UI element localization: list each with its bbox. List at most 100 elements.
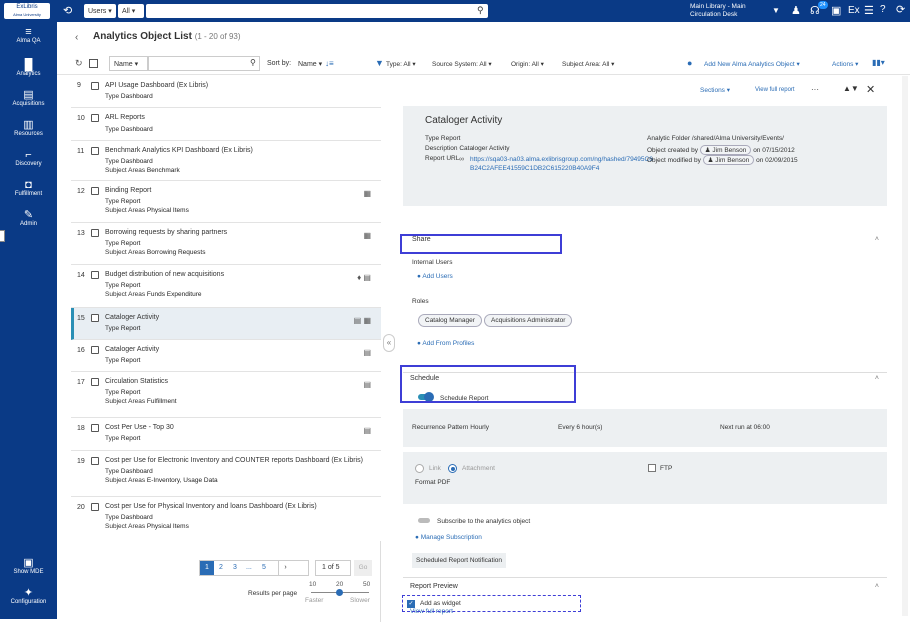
close-icon[interactable]: ✕ <box>866 83 875 96</box>
list-item[interactable]: 14 Budget distribution of new acquisitio… <box>71 265 381 308</box>
list-item[interactable]: 10 ARL Reports Type Dashboard <box>71 108 381 141</box>
report-icon[interactable]: ▤ <box>363 426 371 435</box>
row-checkbox[interactable] <box>91 503 99 511</box>
row-checkbox[interactable] <box>91 424 99 432</box>
search-icon[interactable]: ⚲ <box>477 5 484 16</box>
nav-resources[interactable]: ▥ Resources <box>0 119 57 137</box>
collapse-panel-button[interactable]: « <box>383 334 395 352</box>
report-url-link[interactable]: https://sqa03-na03.alma.exlibrisgroup.co… <box>470 155 655 173</box>
sections-dropdown[interactable]: Sections ▾ <box>700 86 730 94</box>
origin-filter[interactable]: Origin: All ▾ <box>511 60 544 68</box>
recent-pages-icon[interactable]: ⟲ <box>63 4 72 17</box>
add-from-profiles-button[interactable]: ● Add From Profiles <box>417 340 474 347</box>
subscribe-toggle[interactable] <box>418 518 430 523</box>
refresh-icon[interactable]: ↻ <box>75 58 83 69</box>
sort-dropdown[interactable]: Name ▾ <box>298 60 322 68</box>
page-jump-input[interactable]: 1 of 5 <box>315 560 351 576</box>
collapse-icon[interactable]: ˄ <box>875 375 879 382</box>
row-checkbox[interactable] <box>91 378 99 386</box>
list-item[interactable]: 16 Cataloger Activity Type Report ▤ <box>71 340 381 372</box>
user-icon[interactable]: ♟ <box>791 4 801 17</box>
back-icon[interactable]: ‹ <box>75 32 78 43</box>
next-page-button[interactable]: › <box>278 561 292 575</box>
type-filter[interactable]: Type: All ▾ <box>386 60 416 68</box>
page-2[interactable]: 2 <box>219 564 223 571</box>
list-item[interactable]: 12 Binding Report Type Report Subject Ar… <box>71 181 381 223</box>
list-item[interactable]: 20 Cost per Use for Physical Inventory a… <box>71 497 381 541</box>
list-item[interactable]: 11 Benchmark Analytics KPI Dashboard (Ex… <box>71 141 381 181</box>
view-toggle-icon[interactable]: ▮▮▾ <box>872 58 885 67</box>
sort-direction-icon[interactable]: ↓≡ <box>325 59 334 68</box>
prev-next-icon[interactable]: ▲▼ <box>843 84 859 93</box>
global-search-input[interactable] <box>146 4 488 18</box>
select-all-checkbox[interactable] <box>89 59 98 68</box>
attachment-radio[interactable] <box>448 464 457 473</box>
row-checkbox[interactable] <box>91 346 99 354</box>
row-checkbox[interactable] <box>91 314 99 322</box>
list-item[interactable]: 9 API Usage Dashboard (Ex Libris) Type D… <box>71 76 381 108</box>
source-filter[interactable]: Source System: All ▾ <box>432 60 492 68</box>
subject-filter[interactable]: Subject Area: All ▾ <box>562 60 614 68</box>
view-full-report-link[interactable]: View full report <box>755 87 795 93</box>
report-icon[interactable]: ▤ ▦ <box>354 316 371 325</box>
search-scope-dropdown[interactable]: Users ▾ <box>84 4 116 18</box>
modified-by-chip[interactable]: ♟ Jim Benson <box>702 155 755 165</box>
more-icon[interactable]: ··· <box>811 85 819 94</box>
add-new-analytics-object-button[interactable]: Add New Alma Analytics Object ▾ <box>704 60 800 68</box>
report-icon[interactable]: ▤ <box>363 348 371 357</box>
search-filter-dropdown[interactable]: All ▾ <box>118 4 144 18</box>
role-chip[interactable]: Catalog Manager <box>418 314 482 327</box>
row-checkbox[interactable] <box>91 229 99 237</box>
report-icon[interactable]: ▤ <box>363 380 371 389</box>
add-icon[interactable]: ● <box>687 58 692 68</box>
role-chip[interactable]: Acquisitions Administrator <box>484 314 573 327</box>
link-radio[interactable] <box>415 464 424 473</box>
nav-discovery[interactable]: ⌐ Discovery <box>0 149 57 167</box>
row-checkbox[interactable] <box>91 457 99 465</box>
ftp-checkbox[interactable] <box>648 464 656 472</box>
nav-alma-qa[interactable]: ≡ Alma QA <box>0 26 57 44</box>
report-preview-header[interactable]: Report Preview ˄ <box>403 577 887 591</box>
row-checkbox[interactable] <box>91 114 99 122</box>
collapse-icon[interactable]: ˄ <box>875 583 879 590</box>
page-5[interactable]: 5 <box>262 564 266 571</box>
row-checkbox[interactable] <box>91 147 99 155</box>
scrollbar[interactable] <box>902 76 908 616</box>
institution-logo[interactable]: ExLibris Alma University <box>4 3 50 19</box>
nav-configuration[interactable]: ✦ Configuration <box>0 587 57 605</box>
chevron-down-icon[interactable]: ▼ <box>772 6 780 15</box>
add-users-button[interactable]: ● Add Users <box>417 273 453 280</box>
help-icon[interactable]: ? <box>880 4 886 15</box>
row-checkbox[interactable] <box>91 187 99 195</box>
row-checkbox[interactable] <box>91 82 99 90</box>
list-item[interactable]: 17 Circulation Statistics Type Report Su… <box>71 372 381 418</box>
location-selector[interactable]: Main Library - Main Circulation Desk <box>690 3 746 19</box>
page-1[interactable]: 1 <box>200 561 214 575</box>
scheduled-report-notification-button[interactable]: Scheduled Report Notification <box>412 553 506 568</box>
dashboard-icon[interactable]: ▦ <box>363 189 371 198</box>
list-item-selected[interactable]: 15 Cataloger Activity Type Report ▤ ▦ <box>71 308 381 340</box>
persistent-menu-icon[interactable]: ☰ <box>864 4 874 17</box>
search-icon[interactable]: ⚲ <box>250 58 256 67</box>
go-button[interactable]: Go <box>354 560 372 576</box>
list-item[interactable]: 13 Borrowing requests by sharing partner… <box>71 223 381 265</box>
report-icon[interactable]: ♦ ▤ <box>357 273 371 282</box>
results-per-page-slider[interactable]: 10 20 50 Faster Slower <box>305 581 373 613</box>
nav-acquisitions[interactable]: ▤ Acquisitions <box>0 89 57 107</box>
page-3[interactable]: 3 <box>233 564 237 571</box>
manage-subscription-button[interactable]: ● Manage Subscription <box>415 534 482 541</box>
nav-admin[interactable]: ✎ Admin <box>0 209 57 227</box>
nav-analytics[interactable]: ▐▌ Analytics <box>0 59 57 77</box>
list-item[interactable]: 18 Cost Per Use - Top 30 Type Report ▤ <box>71 418 381 451</box>
list-item[interactable]: 19 Cost per Use for Electronic Inventory… <box>71 451 381 497</box>
list-search-input[interactable] <box>148 56 260 71</box>
user-initials[interactable]: Ex <box>848 5 860 16</box>
add-as-widget-checkbox-row[interactable]: ✓ Add as widget <box>402 595 581 612</box>
actions-button[interactable]: Actions ▾ <box>832 60 858 68</box>
slider-handle[interactable] <box>336 589 343 596</box>
filter-icon[interactable]: ▼ <box>375 58 384 68</box>
row-checkbox[interactable] <box>91 271 99 279</box>
dashboard-icon[interactable]: ▦ <box>363 231 371 240</box>
nav-fulfillment[interactable]: ◘ Fulfillment <box>0 179 57 197</box>
search-field-dropdown[interactable]: Name ▾ <box>109 56 148 71</box>
